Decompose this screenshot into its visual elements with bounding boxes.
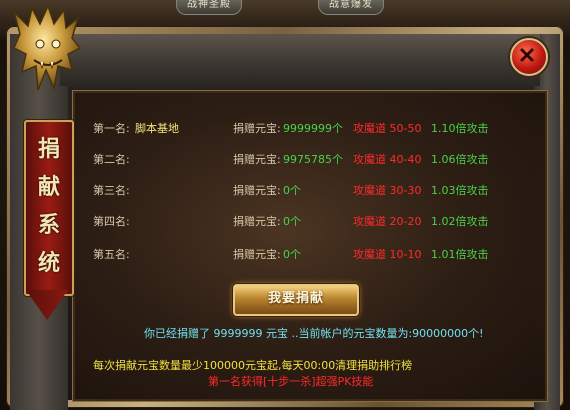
- top-tag-2: 战意爆发: [318, 0, 384, 15]
- attack-bonus: 攻魔道 20-20: [353, 215, 422, 228]
- banner-char-3: 系: [37, 212, 60, 238]
- donate-amount: 9975785个: [283, 153, 343, 166]
- banner-char-4: 统: [37, 250, 60, 276]
- attack-multiplier: 1.03倍攻击: [431, 184, 489, 197]
- donate-amount: 9999999个: [283, 122, 343, 135]
- frame-top-beam: [60, 34, 540, 86]
- banner-char-1: 捐: [37, 136, 60, 162]
- attack-bonus: 攻魔道 50-50: [353, 122, 422, 135]
- attack-bonus: 攻魔道 40-40: [353, 153, 422, 166]
- donate-label: 捐赠元宝:: [233, 153, 281, 166]
- player-name: 脚本基地: [135, 122, 179, 135]
- top-tag-1: 战神圣殿: [176, 0, 242, 15]
- banner-char-2: 献: [37, 174, 60, 200]
- close-icon: [520, 48, 534, 62]
- rank-label: 第三名:: [93, 184, 130, 197]
- attack-bonus: 攻魔道 30-30: [353, 184, 422, 197]
- donate-label: 捐赠元宝:: [233, 122, 281, 135]
- rank-label: 第五名:: [93, 248, 130, 261]
- title-banner: 捐 献 系 统: [24, 120, 74, 296]
- donate-label: 捐赠元宝:: [233, 184, 281, 197]
- donate-label: 捐赠元宝:: [233, 248, 281, 261]
- rank-label: 第四名:: [93, 215, 130, 228]
- attack-multiplier: 1.01倍攻击: [431, 248, 489, 261]
- rank-label: 第二名:: [93, 153, 130, 166]
- donation-window: 战神圣殿 战意爆发 捐 献 系 统 第一名: 脚本基地 捐赠元宝: 999999…: [0, 0, 570, 410]
- dragon-ornament-icon: [12, 4, 82, 91]
- donate-amount: 0个: [283, 248, 301, 261]
- rank-label: 第一名:: [93, 122, 130, 135]
- donation-status-text: 你已经捐赠了 9999999 元宝 ..当前帐户的元宝数量为:90000000个…: [144, 327, 484, 340]
- donate-amount: 0个: [283, 215, 301, 228]
- attack-bonus: 攻魔道 10-10: [353, 248, 422, 261]
- reward-text: 第一名获得[十步一杀]超强PK技能: [208, 375, 374, 388]
- attack-multiplier: 1.10倍攻击: [431, 122, 489, 135]
- attack-multiplier: 1.06倍攻击: [431, 153, 489, 166]
- attack-multiplier: 1.02倍攻击: [431, 215, 489, 228]
- donate-label: 捐赠元宝:: [233, 215, 281, 228]
- donate-button[interactable]: 我要捐献: [233, 284, 359, 316]
- close-button[interactable]: [510, 38, 548, 76]
- donate-amount: 0个: [283, 184, 301, 197]
- donation-rule-text: 每次捐献元宝数量最少100000元宝起,每天00:00清理捐助排行榜: [93, 359, 413, 372]
